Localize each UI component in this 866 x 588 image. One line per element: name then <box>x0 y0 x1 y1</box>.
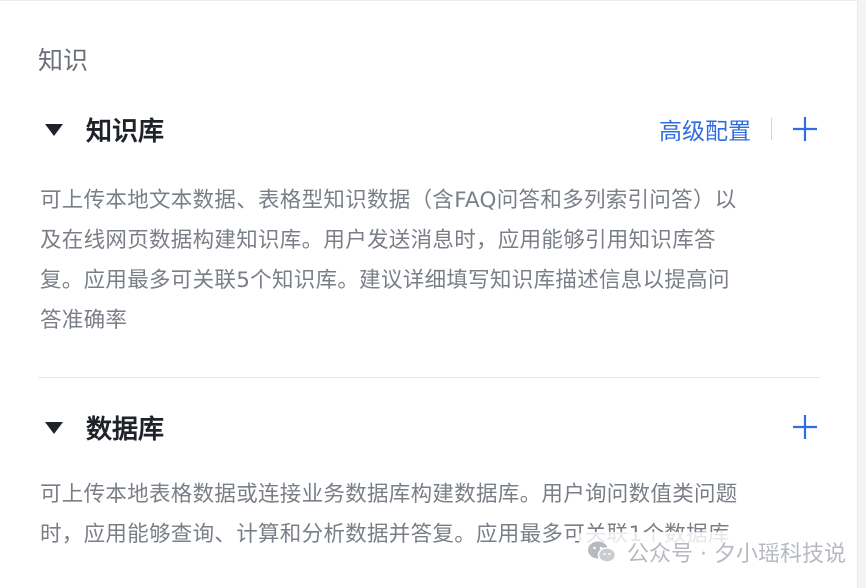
group-divider <box>38 377 820 378</box>
description-line: 答准确率 <box>40 308 128 333</box>
advanced-config-link[interactable]: 高级配置 <box>659 112 751 146</box>
watermark-text: 公众号 · 夕小瑶科技说 <box>627 542 846 567</box>
plus-icon[interactable] <box>790 114 820 144</box>
database-title: 数据库 <box>86 414 165 445</box>
knowledge-panel: 知识 知识库 高级配置 可上传本地文本数据、表格型知识数据（含FAQ问答和多列索… <box>0 0 858 588</box>
description-line: 可上传本地表格数据或连接业务数据库构建数据库。用户询问数值类问题 <box>40 482 738 507</box>
scroll-gutter <box>858 0 866 588</box>
plus-icon[interactable] <box>790 412 820 442</box>
caret-down-icon[interactable] <box>45 422 63 434</box>
section-title: 知识 <box>38 46 89 75</box>
description-line: 及在线网页数据构建知识库。用户发送消息时，应用能够引用知识库答 <box>40 228 716 253</box>
description-line: 可上传本地文本数据、表格型知识数据（含FAQ问答和多列索引问答）以 <box>40 188 737 213</box>
knowledge-base-description: 可上传本地文本数据、表格型知识数据（含FAQ问答和多列索引问答）以 及在线网页数… <box>40 181 815 341</box>
description-line: 复。应用最多可关联5个知识库。建议详细填写知识库描述信息以提高问 <box>40 268 730 293</box>
knowledge-base-title: 知识库 <box>86 116 165 147</box>
database-header: 数据库 <box>40 407 820 447</box>
wechat-icon <box>587 539 617 565</box>
watermark: 公众号 · 夕小瑶科技说 <box>579 532 846 572</box>
caret-down-icon[interactable] <box>45 124 63 136</box>
knowledge-base-header: 知识库 高级配置 <box>40 109 820 149</box>
header-separator <box>771 118 772 140</box>
